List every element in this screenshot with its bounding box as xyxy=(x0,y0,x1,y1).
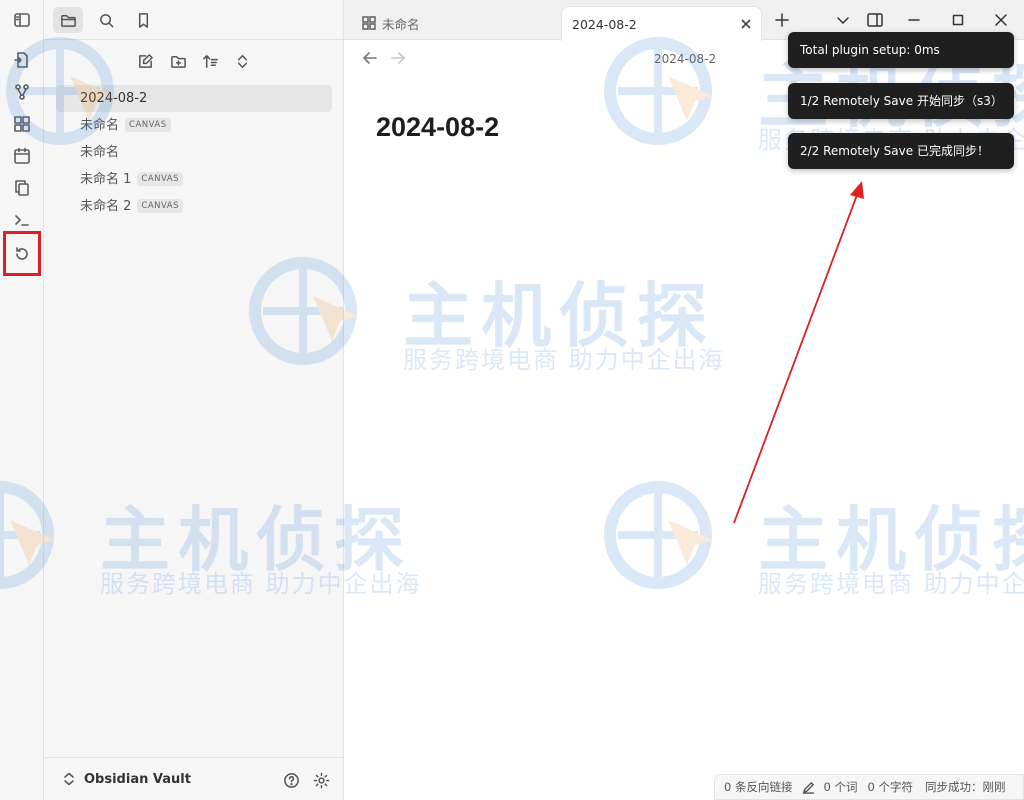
toggle-right-sidebar-button[interactable] xyxy=(861,8,889,32)
plus-icon xyxy=(775,13,789,27)
insert-template-button[interactable] xyxy=(6,174,38,202)
chevron-up-down-icon xyxy=(237,54,247,68)
minimize-window-button[interactable] xyxy=(900,8,928,32)
file-tree-item[interactable]: 未命名 CANVAS xyxy=(56,112,332,139)
sidebar-toggle-icon xyxy=(14,13,30,27)
tab-label: 2024-08-2 xyxy=(572,16,637,32)
new-folder-button[interactable] xyxy=(163,48,193,74)
canvas-grid-icon xyxy=(362,16,376,30)
close-window-button[interactable] xyxy=(987,8,1015,32)
open-graph-view-button[interactable] xyxy=(6,78,38,106)
left-ribbon xyxy=(0,0,44,800)
graph-icon xyxy=(15,84,29,100)
open-quick-switcher-button[interactable] xyxy=(6,46,38,74)
help-button[interactable] xyxy=(276,767,306,793)
file-tree: 2024-08-2 未命名 CANVAS 未命名 未命名 1 CANVAS 未命名 … xyxy=(56,85,332,220)
file-name: 未命名 xyxy=(80,145,120,160)
folder-icon xyxy=(60,14,76,27)
open-daily-note-button[interactable] xyxy=(6,142,38,170)
tab-note-active[interactable]: 2024-08-2 xyxy=(561,6,762,41)
open-command-palette-button[interactable] xyxy=(6,206,38,234)
file-name: 2024-08-2 xyxy=(80,91,148,106)
notice-toast[interactable]: Total plugin setup: 0ms xyxy=(788,32,1014,68)
tab-file-explorer[interactable] xyxy=(53,7,83,33)
navigate-forward-button[interactable] xyxy=(390,50,410,70)
file-type-tag: CANVAS xyxy=(125,118,171,132)
tab-bookmarks[interactable] xyxy=(128,7,158,33)
maximize-window-button[interactable] xyxy=(944,8,972,32)
chevron-up-down-icon[interactable] xyxy=(62,771,76,787)
navigate-back-button[interactable] xyxy=(362,50,382,70)
sync-status[interactable]: 同步成功：刚刚 xyxy=(925,779,1006,795)
minimize-icon xyxy=(908,19,920,21)
close-icon xyxy=(995,14,1007,26)
main-workspace: 未命名 2024-08-2 2024-08-2 2024-08-2 xyxy=(344,0,1024,800)
help-circle-icon xyxy=(283,772,299,788)
arrow-left-icon xyxy=(363,52,377,64)
tab-list-dropdown-button[interactable] xyxy=(829,8,857,32)
file-type-tag: CANVAS xyxy=(137,199,183,213)
sort-order-button[interactable] xyxy=(195,48,225,74)
backlinks-count[interactable]: 0 条反向链接 xyxy=(724,779,792,795)
file-name: 未命名 xyxy=(80,118,120,133)
file-tree-item[interactable]: 未命名 1 CANVAS xyxy=(56,166,332,193)
create-canvas-button[interactable] xyxy=(6,110,38,138)
copy-pages-icon xyxy=(15,180,29,196)
folder-plus-icon xyxy=(170,55,186,68)
search-icon xyxy=(99,13,113,27)
view-header-title[interactable]: 2024-08-2 xyxy=(654,52,716,66)
file-explorer-sidebar: 2024-08-2 未命名 CANVAS 未命名 未命名 1 CANVAS 未命名 … xyxy=(44,0,344,800)
settings-button[interactable] xyxy=(306,767,336,793)
close-icon[interactable] xyxy=(739,17,753,31)
file-name: 未命名 2 xyxy=(80,199,132,214)
bookmark-icon xyxy=(138,12,148,28)
sidebar-tab-header xyxy=(44,0,344,40)
chevron-down-icon xyxy=(837,17,849,24)
file-type-tag: CANVAS xyxy=(137,172,183,186)
terminal-icon xyxy=(15,215,29,226)
pencil-edit-icon[interactable] xyxy=(802,781,815,794)
notice-toast[interactable]: 2/2 Remotely Save 已完成同步！ xyxy=(788,133,1014,169)
char-count: 0 个字符 xyxy=(867,780,913,794)
tab-search[interactable] xyxy=(91,7,121,33)
vault-footer: Obsidian Vault xyxy=(44,757,344,800)
arrow-right-icon xyxy=(391,52,405,64)
file-switch-icon xyxy=(14,52,28,68)
canvas-grid-icon xyxy=(14,116,30,132)
vault-switcher[interactable]: Obsidian Vault xyxy=(84,772,191,787)
inline-note-title[interactable]: 2024-08-2 xyxy=(376,112,499,143)
sidebar-right-icon xyxy=(867,13,883,27)
maximize-icon xyxy=(952,14,964,26)
edit-note-icon xyxy=(138,53,153,68)
gear-icon xyxy=(313,772,329,788)
status-bar: 0 条反向链接 0 个词 0 个字符 同步成功：刚刚 xyxy=(714,774,1024,800)
collapse-all-button[interactable] xyxy=(227,48,257,74)
tab-label: 未命名 xyxy=(382,16,420,32)
file-tree-item[interactable]: 未命名 2 CANVAS xyxy=(56,193,332,220)
tab-canvas-untitled[interactable]: 未命名 xyxy=(362,6,562,40)
new-note-button[interactable] xyxy=(130,48,160,74)
file-name: 未命名 1 xyxy=(80,172,132,187)
word-count: 0 个词 xyxy=(823,780,858,794)
file-tree-item[interactable]: 未命名 xyxy=(56,139,332,166)
sync-rotate-icon xyxy=(16,246,28,260)
new-tab-button[interactable] xyxy=(768,8,796,32)
remotely-save-sync-button[interactable] xyxy=(3,231,41,276)
toggle-left-sidebar-button[interactable] xyxy=(6,6,38,34)
notice-toast[interactable]: 1/2 Remotely Save 开始同步（s3） xyxy=(788,83,1014,119)
sort-icon xyxy=(202,54,218,68)
file-tree-item[interactable]: 2024-08-2 xyxy=(56,85,332,112)
calendar-icon xyxy=(14,147,30,164)
